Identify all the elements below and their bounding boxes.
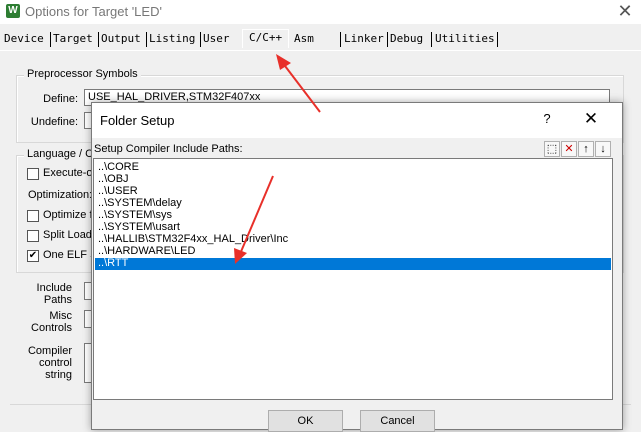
misc-controls-label-2: Controls (31, 322, 72, 334)
list-item[interactable]: ..\USER (95, 186, 611, 197)
help-icon[interactable]: ? (539, 111, 555, 126)
new-folder-icon[interactable]: ⬚ (544, 141, 560, 157)
include-paths-header: Setup Compiler Include Paths: (94, 143, 613, 159)
tab-listing[interactable]: Listing (149, 32, 195, 45)
tab-bar: Device Target Output Listing User C/C++ … (0, 29, 641, 52)
compiler-control-label-1: Compiler (27, 345, 72, 357)
tab-target[interactable]: Target (53, 32, 93, 45)
list-item-selected[interactable]: ..\RTT (95, 258, 611, 270)
define-label: Define: (43, 93, 78, 105)
include-paths-header-label: Setup Compiler Include Paths: (94, 143, 243, 155)
include-paths-label-2: Paths (43, 294, 72, 306)
dialog-close-icon[interactable]: ✕ (581, 109, 601, 129)
compiler-control-label-3: string (45, 369, 72, 381)
include-paths-list[interactable]: ..\CORE ..\OBJ ..\USER ..\SYSTEM\delay .… (93, 158, 613, 400)
list-item[interactable]: ..\SYSTEM\usart (95, 222, 611, 233)
move-up-icon[interactable]: ↑ (578, 141, 594, 157)
optimize-for-checkbox[interactable] (27, 210, 39, 222)
execute-only-label: Execute-o (43, 167, 93, 179)
list-item[interactable]: ..\HARDWARE\LED (95, 246, 611, 257)
move-down-icon[interactable]: ↓ (595, 141, 611, 157)
path-toolbar: ⬚ ✕ ↑ ↓ (544, 141, 612, 158)
list-item[interactable]: ..\SYSTEM\sys (95, 210, 611, 221)
execute-only-checkbox[interactable] (27, 168, 39, 180)
one-elf-checkbox[interactable]: ✔ (27, 250, 39, 262)
ok-button[interactable]: OK (268, 410, 343, 432)
cancel-button[interactable]: Cancel (360, 410, 435, 432)
split-load-checkbox[interactable] (27, 230, 39, 242)
list-item[interactable]: ..\OBJ (95, 174, 611, 185)
tab-c-cpp[interactable]: C/C++ (242, 29, 290, 48)
preprocessor-group-title: Preprocessor Symbols (24, 68, 141, 80)
list-item[interactable]: ..\SYSTEM\delay (95, 198, 611, 209)
one-elf-label: One ELF S (43, 249, 98, 261)
tab-linker[interactable]: Linker (344, 32, 384, 45)
app-icon: W (6, 4, 20, 18)
compiler-control-label-2: control (38, 357, 72, 369)
include-paths-label-1: Include (36, 282, 72, 294)
language-group-title: Language / C (24, 148, 97, 160)
tab-output[interactable]: Output (101, 32, 141, 45)
list-item[interactable]: ..\CORE (95, 162, 611, 173)
folder-dialog-titlebar: Folder Setup ? ✕ (92, 103, 622, 138)
tab-user[interactable]: User (203, 32, 230, 45)
tab-device[interactable]: Device (4, 32, 44, 45)
undefine-label: Undefine: (30, 116, 78, 128)
window-title: Options for Target 'LED' (25, 4, 162, 19)
split-load-label: Split Load (43, 229, 92, 241)
misc-controls-label-1: Misc (49, 310, 72, 322)
list-item[interactable]: ..\HALLIB\STM32F4xx_HAL_Driver\Inc (95, 234, 611, 245)
tab-divider (0, 50, 641, 51)
tab-utilities[interactable]: Utilities (435, 32, 495, 45)
delete-icon[interactable]: ✕ (561, 141, 577, 157)
tab-asm[interactable]: Asm (294, 32, 314, 45)
window-close-icon[interactable]: ✕ (614, 1, 636, 21)
optimization-label: Optimization: (28, 189, 93, 201)
folder-dialog-title: Folder Setup (100, 113, 175, 128)
tab-debug[interactable]: Debug (390, 32, 423, 45)
folder-setup-dialog: Folder Setup ? ✕ Setup Compiler Include … (91, 102, 623, 432)
window-titlebar: W Options for Target 'LED' ✕ (0, 0, 641, 24)
